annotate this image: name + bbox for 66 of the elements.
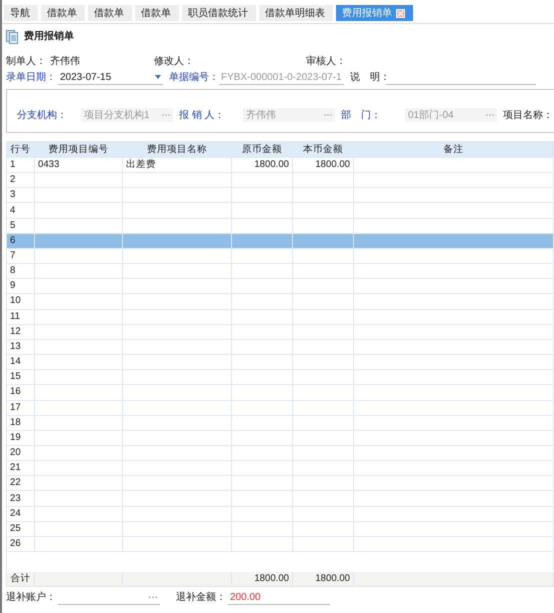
table-cell: 17 — [6, 400, 34, 416]
table-cell: 13 — [6, 339, 34, 355]
column-header: 费用项目编号 — [34, 142, 122, 158]
field-label: 录单日期： — [6, 70, 57, 85]
table-cell: 8 — [6, 264, 34, 279]
input-field[interactable]: 200.00 — [228, 590, 330, 605]
table-cell: 7 — [6, 248, 34, 264]
caret-icon[interactable] — [155, 75, 161, 79]
table-cell: 1800.00 — [232, 572, 292, 587]
table-cell: 6 — [6, 233, 34, 248]
table-cell: 21 — [6, 460, 34, 476]
table-cell: 3 — [6, 188, 34, 203]
column-header: 原币金额 — [232, 142, 292, 158]
form-title: 费用报销单 — [24, 30, 74, 44]
field-label: 部 门： — [341, 108, 382, 122]
field-label: 审核人： — [306, 54, 347, 66]
table-cell: 5 — [6, 218, 34, 234]
table-cell: 22 — [6, 476, 34, 491]
field-label: 报 销 人： — [179, 108, 226, 122]
tab[interactable]: 借款单 — [41, 5, 85, 21]
column-header: 费用项目名称 — [122, 142, 232, 158]
tab[interactable]: 借款单明细表 — [259, 5, 333, 21]
field-label: 分支机构： — [17, 108, 68, 122]
table-cell: 1800.00 — [292, 158, 354, 173]
field-label: 项目名称： — [503, 108, 554, 122]
table-cell: 24 — [6, 506, 34, 522]
table-cell: 25 — [6, 521, 34, 536]
column-header: 备注 — [354, 142, 554, 158]
table-cell: 1 — [6, 158, 34, 173]
table-cell: 2 — [6, 172, 34, 188]
close-icon[interactable] — [396, 9, 405, 18]
table-cell: 12 — [6, 324, 34, 340]
table-cell: 14 — [6, 354, 34, 370]
table-cell: 出差费 — [122, 158, 232, 173]
tab[interactable]: 导航 — [4, 5, 38, 21]
column-header: 本币金额 — [292, 142, 354, 158]
field-label: 修改人： — [154, 55, 195, 66]
table-cell: 11 — [6, 309, 34, 324]
table-cell: 26 — [6, 536, 34, 552]
table-cell: 4 — [6, 202, 34, 218]
field-label: 制单人： — [6, 54, 47, 66]
table-cell: 1800.00 — [232, 158, 292, 173]
field-label: 退补金额： — [176, 590, 227, 606]
table-cell: 9 — [6, 278, 34, 294]
field-label: 单据编号： — [169, 70, 219, 85]
table-cell: 19 — [6, 430, 34, 446]
table-cell: 18 — [6, 415, 34, 430]
table-cell: 20 — [6, 445, 34, 461]
table-cell: 10 — [6, 294, 34, 310]
tab[interactable]: 职员借款统计 — [182, 5, 256, 21]
document-icon — [6, 30, 18, 44]
table-cell: 合计 — [6, 572, 34, 587]
tab[interactable]: 借款单 — [135, 5, 179, 21]
table-cell: 16 — [6, 384, 34, 400]
tab[interactable]: 费用报销单 — [336, 5, 413, 21]
tab[interactable]: 借款单 — [88, 5, 132, 21]
table-cell: 0433 — [34, 158, 122, 173]
column-header: 行号 — [6, 142, 34, 158]
table-cell: 23 — [6, 490, 34, 506]
field-label: 说 明： — [350, 71, 386, 85]
table-cell: 15 — [6, 370, 34, 385]
field-value: 齐伟伟 — [50, 54, 81, 66]
lookup-button[interactable]: ··· — [148, 590, 158, 604]
input-field[interactable]: 2023-07-15 — [58, 70, 163, 84]
table-cell: 1800.00 — [292, 572, 354, 587]
field-label: 退补账户： — [6, 590, 57, 606]
